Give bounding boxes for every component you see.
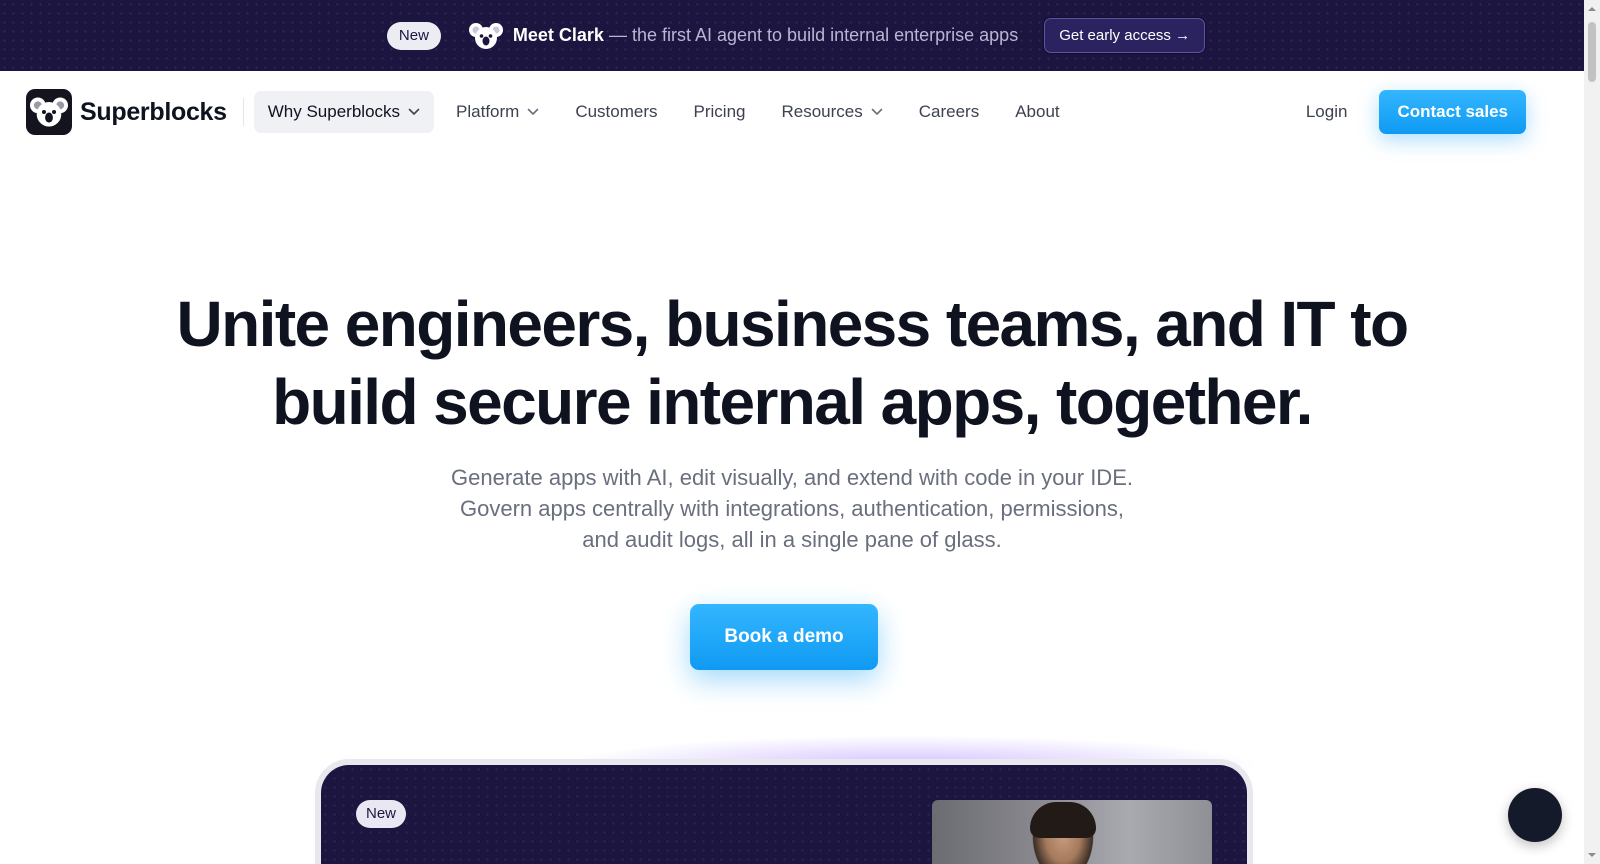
koala-icon — [468, 21, 503, 51]
preview-new-badge: New — [356, 800, 407, 828]
hero-subtitle-line: and audit logs, all in a single pane of … — [582, 527, 1002, 552]
nav-item-why-superblocks[interactable]: Why Superblocks — [253, 91, 435, 133]
nav-item-label: About — [1015, 102, 1060, 121]
scroll-up-icon[interactable] — [1587, 4, 1597, 14]
hero-subtitle-line: Govern apps centrally with integrations,… — [459, 496, 1124, 521]
new-badge: New — [386, 21, 441, 50]
nav-item-customers[interactable]: Customers — [561, 91, 671, 133]
scroll-down-icon[interactable] — [1587, 850, 1597, 860]
announcement-text: Meet Clark — the first AI agent to build… — [513, 25, 1018, 46]
product-preview-card: New — [315, 759, 1253, 864]
announcement-bar: New Meet Clark — the first AI agent to b… — [0, 0, 1584, 71]
nav-item-about[interactable]: About — [1001, 91, 1073, 133]
announcement-description: — the first AI agent to build internal e… — [603, 25, 1019, 45]
login-link[interactable]: Login — [1306, 102, 1348, 122]
nav-actions: Login Contact sales — [1306, 90, 1526, 134]
presenter-hair — [1030, 802, 1096, 838]
page-scrollbar[interactable] — [1584, 0, 1600, 864]
nav-item-careers[interactable]: Careers — [905, 91, 993, 133]
video-thumbnail[interactable] — [932, 800, 1212, 864]
scroll-thumb[interactable] — [1588, 22, 1596, 82]
preview-card-body: New — [321, 765, 1247, 864]
brand-name: Superblocks — [80, 97, 227, 126]
chat-launcher-button[interactable] — [1508, 788, 1562, 842]
nav-item-label: Customers — [575, 102, 658, 121]
nav-item-label: Resources — [781, 102, 863, 121]
book-demo-button[interactable]: Book a demo — [690, 604, 878, 670]
nav-item-label: Pricing — [693, 102, 746, 121]
chevron-down-icon — [408, 108, 420, 116]
chevron-down-icon — [871, 108, 883, 116]
main-nav: Superblocks Why Superblocks Platform Cus… — [0, 71, 1584, 153]
koala-logo-icon — [26, 89, 72, 135]
nav-item-pricing[interactable]: Pricing — [680, 91, 760, 133]
nav-links: Why Superblocks Platform Customers Prici… — [253, 91, 1082, 133]
hero-title: Unite engineers, business teams, and IT … — [0, 285, 1584, 441]
hero-title-line: Unite engineers, business teams, and IT … — [176, 288, 1410, 360]
nav-item-label: Why Superblocks — [267, 102, 401, 121]
chevron-down-icon — [527, 108, 539, 116]
contact-sales-button[interactable]: Contact sales — [1379, 90, 1526, 134]
nav-divider — [242, 98, 244, 126]
get-early-access-button[interactable]: Get early access → — [1044, 18, 1206, 53]
hero-subtitle: Generate apps with AI, edit visually, an… — [0, 462, 1584, 555]
nav-item-platform[interactable]: Platform — [442, 91, 553, 133]
nav-item-label: Careers — [918, 102, 980, 121]
hero-title-line: build secure internal apps, together. — [272, 366, 1313, 438]
brand-home-link[interactable]: Superblocks — [26, 89, 227, 135]
nav-item-label: Platform — [456, 102, 520, 121]
hero-subtitle-line: Generate apps with AI, edit visually, an… — [451, 465, 1133, 490]
announcement-headline: Meet Clark — [512, 25, 604, 45]
nav-item-resources[interactable]: Resources — [767, 91, 896, 133]
